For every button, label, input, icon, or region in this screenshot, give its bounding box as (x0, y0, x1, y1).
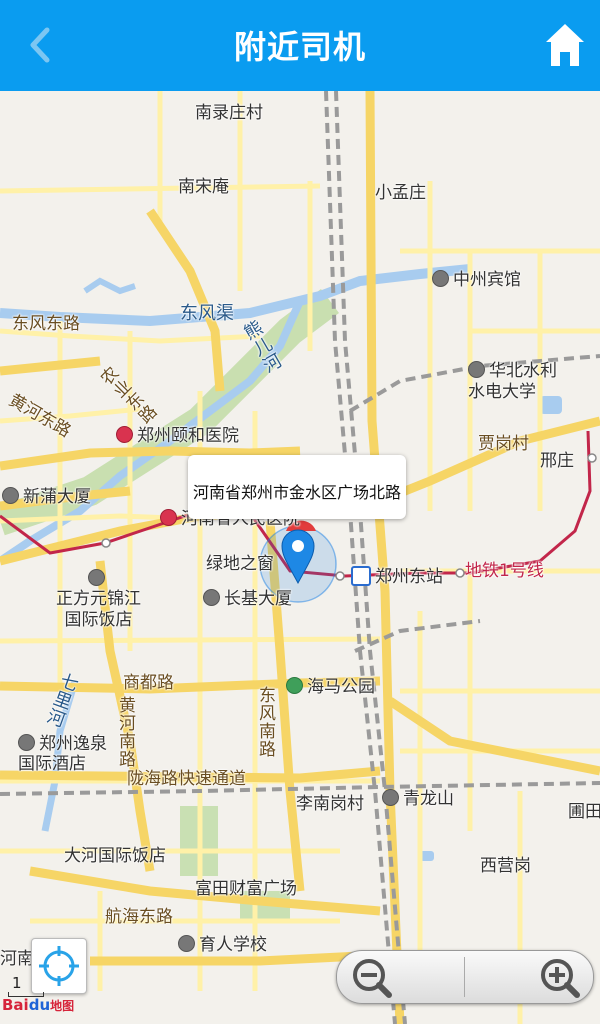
zoom-control (336, 950, 594, 1004)
zoom-out-button[interactable] (337, 951, 464, 1003)
location-popup[interactable]: 河南省郑州市金水区广场北路 (188, 455, 406, 519)
poi-label: 长基大厦 (224, 589, 292, 609)
poi-label: 大河国际饭店 (64, 846, 166, 866)
road-label: 东风东路 (12, 314, 80, 334)
poi-label: 绿地之窗 (206, 554, 274, 574)
place-label: 南录庄村 (195, 103, 263, 123)
poi-label: 育人学校 (199, 935, 267, 955)
poi-yihe-hospital[interactable]: 郑州颐和医院 (116, 426, 239, 445)
road-label: 贾岗村 (478, 434, 529, 454)
station-icon (351, 566, 371, 586)
metro-station (101, 538, 111, 548)
location-address: 河南省郑州市金水区广场北路 (192, 483, 401, 502)
poi-label: 正方元锦江 国际饭店 (56, 589, 141, 630)
poi-yuren-school[interactable]: 育人学校 (178, 935, 267, 954)
poi-xinpu-building[interactable]: 新蒲大厦 (2, 487, 91, 506)
place-label: 西营岗 (480, 856, 531, 876)
poi-huabei-univ[interactable]: 华北水利 水电大学 (468, 361, 557, 404)
poi-zhongzhou-hotel[interactable]: 中州宾馆 (432, 270, 521, 289)
poi-dahe-hotel[interactable]: 大河国际饭店 (64, 848, 166, 865)
poi-label: 中州宾馆 (453, 270, 521, 290)
building-icon (2, 487, 19, 504)
poi-label: 海马公园 (307, 677, 375, 697)
home-button[interactable] (544, 22, 586, 68)
hospital-icon (116, 426, 133, 443)
locate-button[interactable] (31, 938, 87, 994)
park-icon (286, 677, 303, 694)
logo-text: 地图 (50, 999, 75, 1013)
metro-station (455, 568, 465, 578)
school-icon (178, 935, 195, 952)
home-icon (546, 24, 584, 66)
zoom-in-button[interactable] (465, 951, 593, 1003)
road-label: 商都路 (123, 673, 174, 693)
poi-zhengfang-hotel[interactable]: 正方元锦江 国际饭店 (56, 569, 141, 630)
baidu-logo: Baidu地图 (2, 996, 74, 1014)
poi-changji-building[interactable]: 长基大厦 (203, 589, 292, 608)
road-north-south (365, 91, 405, 1024)
map-view[interactable]: 南录庄村 南宋庵 小孟庄 中州宾馆 东风渠 东风东路 熊儿河 农业东路 华北水利… (0, 91, 600, 1024)
metro-station (335, 571, 345, 581)
metro-label: 地铁1号线 (465, 561, 544, 581)
road-label: 陇海路快速通道 (127, 769, 246, 789)
poi-label: 富田财富广场 (195, 879, 297, 899)
zoom-out-icon (353, 959, 392, 998)
poi-label: 新蒲大厦 (23, 487, 91, 507)
place-label: 南宋庵 (178, 177, 229, 197)
road-dongfeng-west (0, 356, 101, 376)
place-label: 河南 (0, 949, 34, 969)
map-canvas[interactable] (0, 91, 600, 1024)
railway (0, 781, 600, 796)
metro-station (587, 453, 597, 463)
hotel-icon (88, 569, 105, 586)
road-label: 航海东路 (105, 907, 173, 927)
road-label: 东风南路 (255, 686, 275, 758)
poi-qinglongshan[interactable]: 青龙山 (382, 789, 454, 808)
road-south (90, 951, 361, 966)
road-label: 黄河南路 (115, 696, 135, 768)
poi-label: 青龙山 (403, 789, 454, 809)
scale-label: 1 (12, 974, 22, 992)
hospital-icon (160, 509, 177, 526)
building-icon (203, 589, 220, 606)
crosshair-icon (39, 946, 79, 986)
zoom-in-icon (541, 959, 580, 998)
landmark-icon (382, 789, 399, 806)
station-label: 郑州东站 (375, 567, 443, 587)
place-label: 小孟庄 (375, 183, 426, 203)
poi-haima-park[interactable]: 海马公园 (286, 677, 375, 696)
logo-text: Bai (2, 996, 29, 1014)
page-title: 附近司机 (233, 28, 366, 66)
title-bar: 附近司机 (0, 0, 600, 91)
road-nongye (146, 208, 225, 392)
place-label: 邢庄 (540, 451, 574, 471)
place-label: 圃田 (568, 802, 600, 822)
water-area (83, 277, 136, 295)
water-label: 东风渠 (180, 303, 234, 324)
place-label: 李南岗村 (296, 794, 364, 814)
hotel-icon (18, 734, 35, 751)
school-icon (468, 361, 485, 378)
poi-label: 郑州颐和医院 (137, 426, 239, 446)
logo-text: du (28, 996, 51, 1014)
hotel-icon (432, 270, 449, 287)
poi-yiquan-hotel[interactable]: 郑州逸泉 国际酒店 (18, 734, 107, 775)
